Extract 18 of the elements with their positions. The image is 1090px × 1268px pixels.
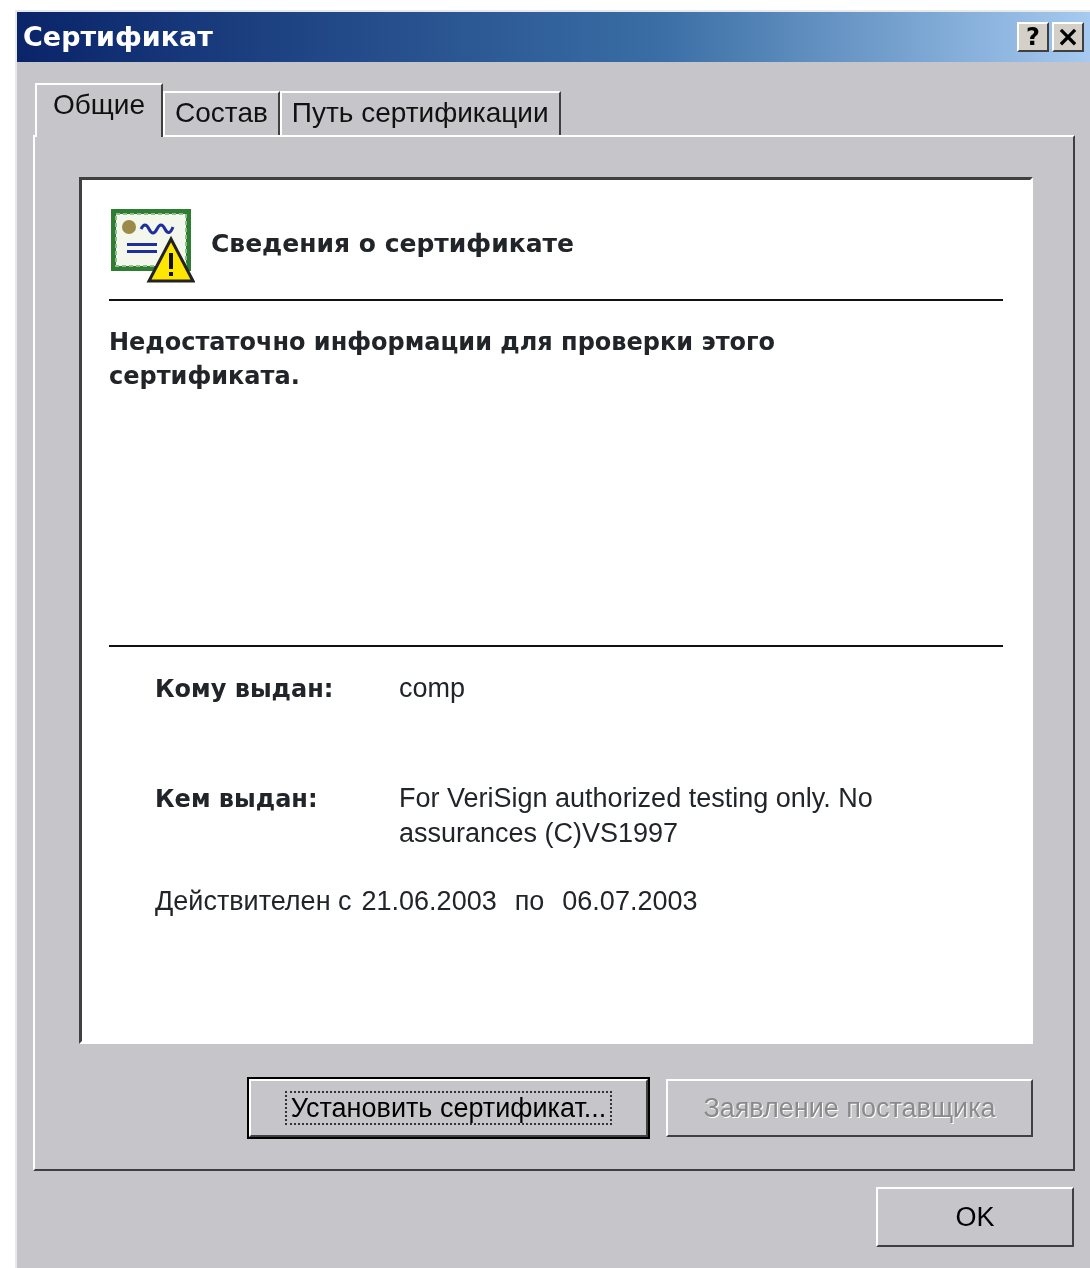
date-text: 06.07.2003 <box>562 885 698 918</box>
ok-button[interactable]: OK <box>876 1187 1074 1247</box>
status-message: Недостаточно информации для проверки этого сертификата. <box>109 327 777 392</box>
tab[interactable]: Путь сертификации <box>279 91 561 135</box>
validity-label: Действителен с <box>155 885 352 918</box>
tab[interactable]: Общие <box>35 83 164 137</box>
field-value: For VeriSign authorized testing only. No assurances (C)VS1997 <box>399 782 874 850</box>
help-button[interactable]: ? <box>1017 22 1049 52</box>
close-button[interactable]: × <box>1052 22 1084 52</box>
window-title: Сертификат <box>23 19 214 54</box>
field-label: Кому выдан: <box>155 674 335 705</box>
section-heading: Сведения о сертификате <box>211 228 574 261</box>
install-certificate-button[interactable]: Установить сертификат... <box>249 1079 648 1137</box>
tab[interactable]: Состав <box>163 91 280 135</box>
field-label: Кем выдан: <box>155 784 319 815</box>
validity-label: по <box>514 885 545 918</box>
field-value: comp <box>399 672 467 705</box>
date-text: 21.06.2003 <box>361 885 497 918</box>
